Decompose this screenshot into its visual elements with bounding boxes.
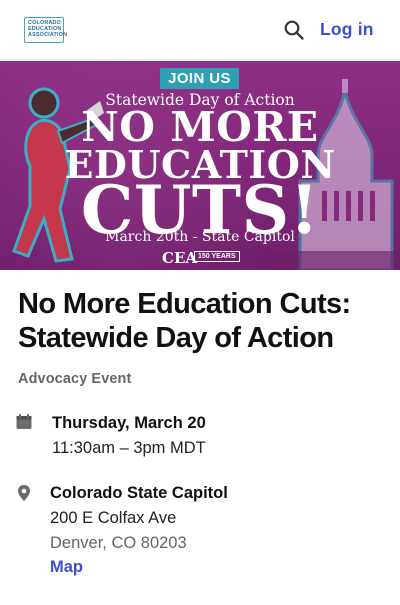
event-title: No More Education Cuts: Statewide Day of…	[18, 288, 351, 354]
map-pin-icon	[18, 485, 30, 501]
event-date: Thursday, March 20	[52, 414, 206, 432]
venue-name: Colorado State Capitol	[50, 484, 228, 502]
top-bar: COLORADO EDUCATION ASSOCIATION Log in	[0, 0, 400, 60]
cea-mark: CEA	[162, 249, 198, 267]
logo-line-3: ASSOCIATION	[28, 32, 68, 38]
event-type: Advocacy Event	[18, 371, 132, 387]
join-us-badge: JOIN US	[160, 68, 239, 89]
event-banner: JOIN US Statewide Day of Action NO MORE …	[0, 61, 400, 270]
address-line-2: Denver, CO 80203	[50, 534, 187, 552]
address-line-1: 200 E Colfax Ave	[50, 509, 177, 527]
login-link[interactable]: Log in	[320, 19, 374, 40]
banner-headline-1: NO MORE	[81, 103, 319, 151]
event-time: 11:30am – 3pm MDT	[52, 439, 206, 457]
search-icon[interactable]	[282, 18, 306, 42]
banner-date: March 20th - State Capitol	[105, 229, 295, 245]
calendar-icon	[16, 414, 32, 429]
map-link[interactable]: Map	[50, 558, 83, 577]
organization-logo[interactable]: COLORADO EDUCATION ASSOCIATION	[24, 17, 68, 43]
anniversary-badge: 150 YEARS	[194, 251, 240, 262]
